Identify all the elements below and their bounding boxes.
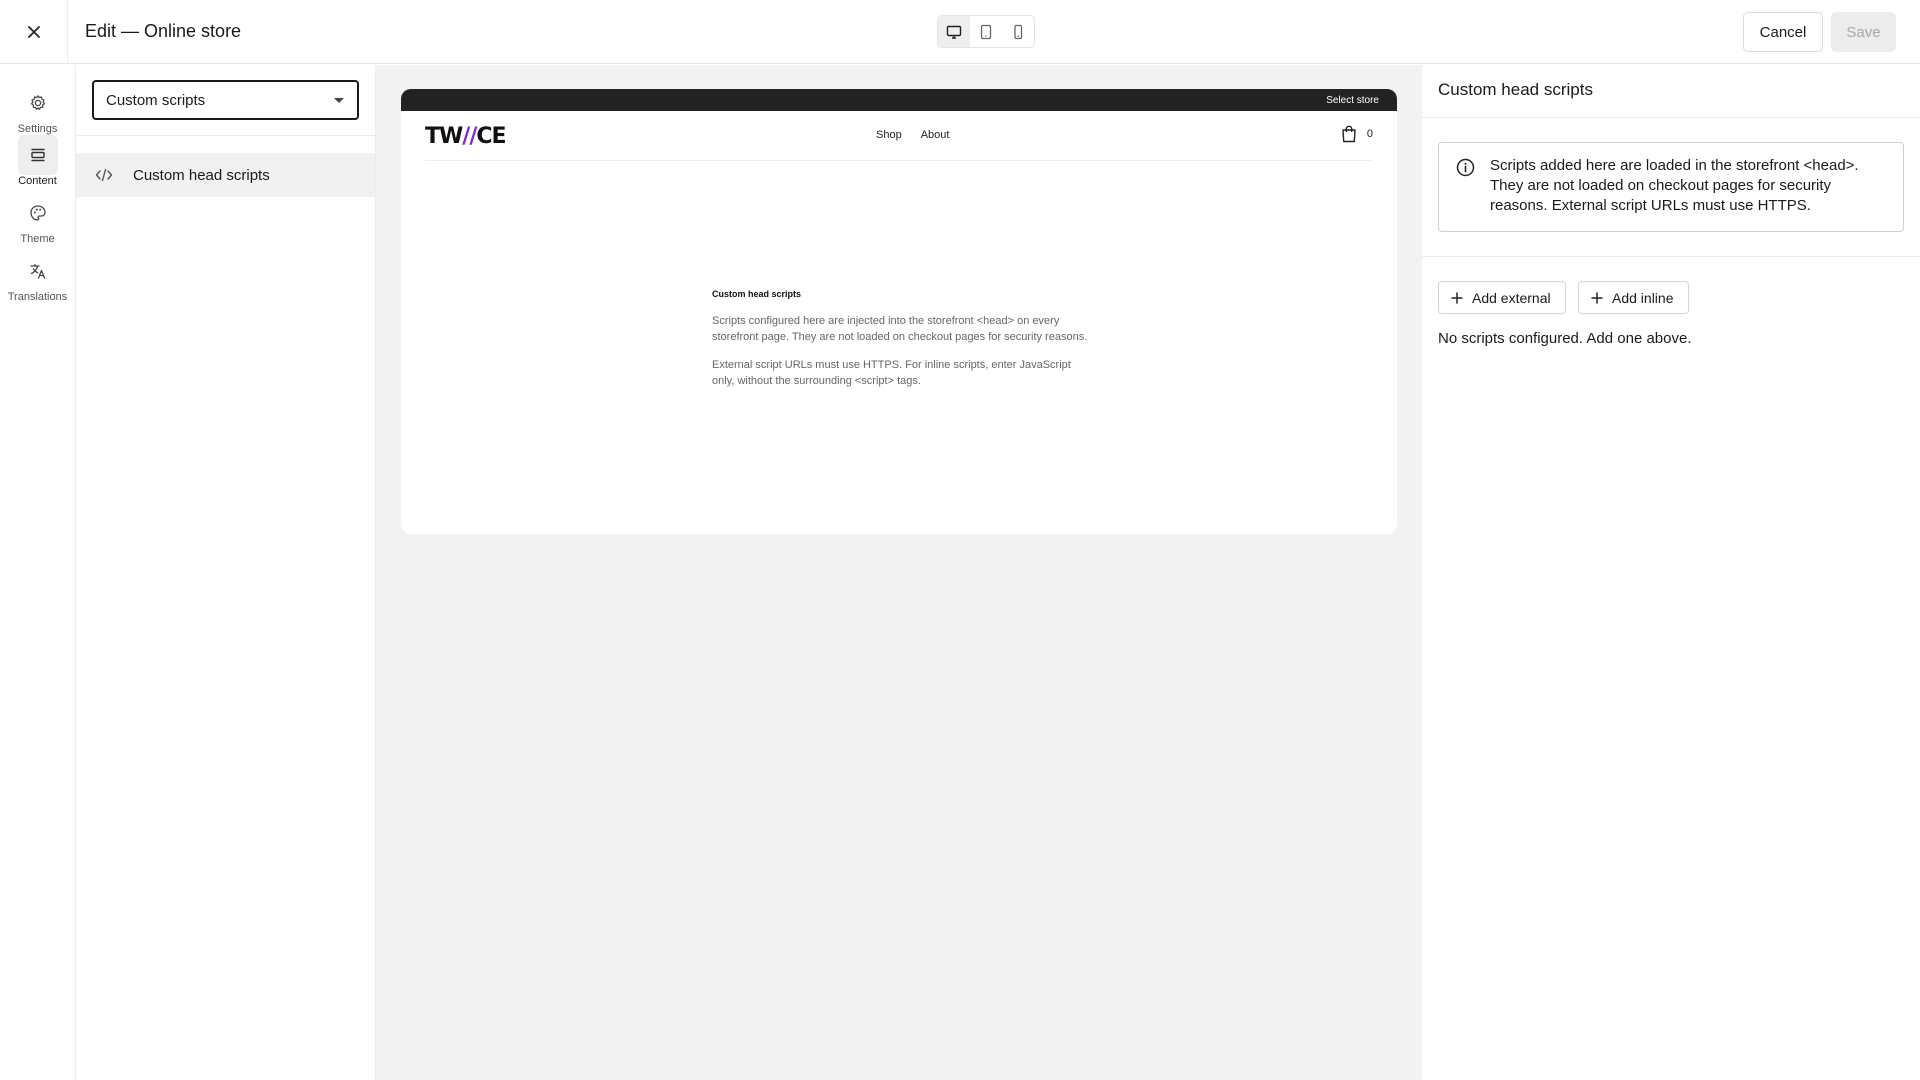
settings-panel: Custom head scripts Scripts added here a… (1422, 65, 1920, 1080)
sidebar-item-label: Custom head scripts (133, 166, 270, 184)
nav-link-about[interactable]: About (921, 129, 950, 141)
mobile-icon (1014, 24, 1023, 39)
logo-text-accent: // (462, 124, 477, 149)
rail-label-content: Content (18, 175, 57, 187)
code-icon (94, 165, 114, 185)
section-select[interactable]: Custom scripts (92, 80, 359, 120)
desktop-icon (946, 25, 962, 39)
cart-count: 0 (1366, 128, 1373, 140)
preview-canvas: Select store TW//CE Shop About 0 Custom … (376, 65, 1422, 1080)
sidebar-item-custom-head-scripts[interactable]: Custom head scripts (76, 153, 375, 197)
divider (1422, 256, 1920, 257)
divider (1422, 117, 1920, 118)
info-banner: Scripts added here are loaded in the sto… (1438, 142, 1904, 232)
rail-icon-wrap (18, 251, 58, 291)
cart-button[interactable]: 0 (1341, 125, 1373, 143)
cancel-button[interactable]: Cancel (1743, 12, 1823, 52)
announcement-bar: Select store (401, 89, 1397, 111)
rail-icon-wrap (18, 83, 58, 123)
device-switcher (937, 15, 1035, 48)
store-logo[interactable]: TW//CE (425, 124, 507, 149)
close-button[interactable] (0, 0, 68, 64)
rail-item-theme[interactable]: Theme (0, 193, 75, 245)
section-select-value: Custom scripts (106, 91, 206, 109)
nav-link-shop[interactable]: Shop (876, 129, 902, 141)
plus-icon (1451, 291, 1463, 304)
rail-label-settings: Settings (17, 123, 58, 135)
select-store-link[interactable]: Select store (1326, 95, 1379, 106)
preview-content: Custom head scripts Scripts configured h… (712, 289, 1092, 389)
info-icon (1456, 158, 1475, 177)
rail-item-content[interactable]: Content (0, 135, 75, 187)
palette-icon (29, 205, 46, 221)
page-title: Edit — Online store (85, 21, 242, 41)
rail-item-settings[interactable]: Settings (0, 83, 75, 135)
logo-text-left: TW (425, 124, 463, 149)
logo-text-right: CE (476, 124, 506, 149)
close-icon (27, 25, 40, 38)
save-button[interactable]: Save (1831, 12, 1896, 52)
preview-heading: Custom head scripts (712, 289, 802, 299)
tablet-icon (980, 24, 992, 39)
gear-icon (30, 95, 45, 110)
add-inline-label: Add inline (1612, 289, 1674, 306)
storefront-preview[interactable]: Select store TW//CE Shop About 0 Custom … (401, 89, 1397, 534)
rail-label-theme: Theme (20, 233, 55, 245)
rail-item-translations[interactable]: Translations (0, 251, 75, 303)
add-external-button[interactable]: Add external (1438, 281, 1566, 314)
add-inline-button[interactable]: Add inline (1578, 281, 1689, 314)
preview-paragraph: External script URLs must use HTTPS. For… (712, 359, 1071, 387)
rail-label-translations: Translations (7, 291, 68, 303)
panel-title: Custom head scripts (1438, 80, 1593, 99)
store-nav-links: Shop About (876, 129, 949, 141)
add-external-label: Add external (1472, 289, 1551, 306)
chevron-down-icon (334, 98, 344, 103)
info-text: Scripts added here are loaded in the sto… (1490, 157, 1859, 214)
store-header: TW//CE Shop About 0 (425, 111, 1373, 161)
desktop-view-button[interactable] (938, 16, 970, 47)
content-icon (30, 148, 45, 162)
tablet-view-button[interactable] (970, 16, 1002, 47)
sidebar: Custom scripts Custom head scripts (76, 65, 376, 1080)
empty-state-message: No scripts configured. Add one above. (1438, 330, 1692, 347)
mobile-view-button[interactable] (1002, 16, 1034, 47)
plus-icon (1591, 291, 1603, 304)
shopping-bag-icon (1342, 125, 1356, 143)
translate-icon (29, 263, 45, 279)
rail-icon-wrap (18, 193, 58, 233)
top-bar: Edit — Online store Cancel Save (0, 0, 1920, 64)
nav-rail: Settings Content Theme Translations (0, 65, 76, 1080)
rail-icon-wrap (17, 135, 58, 175)
preview-paragraph: Scripts configured here are injected int… (712, 315, 1088, 343)
divider (76, 135, 375, 136)
